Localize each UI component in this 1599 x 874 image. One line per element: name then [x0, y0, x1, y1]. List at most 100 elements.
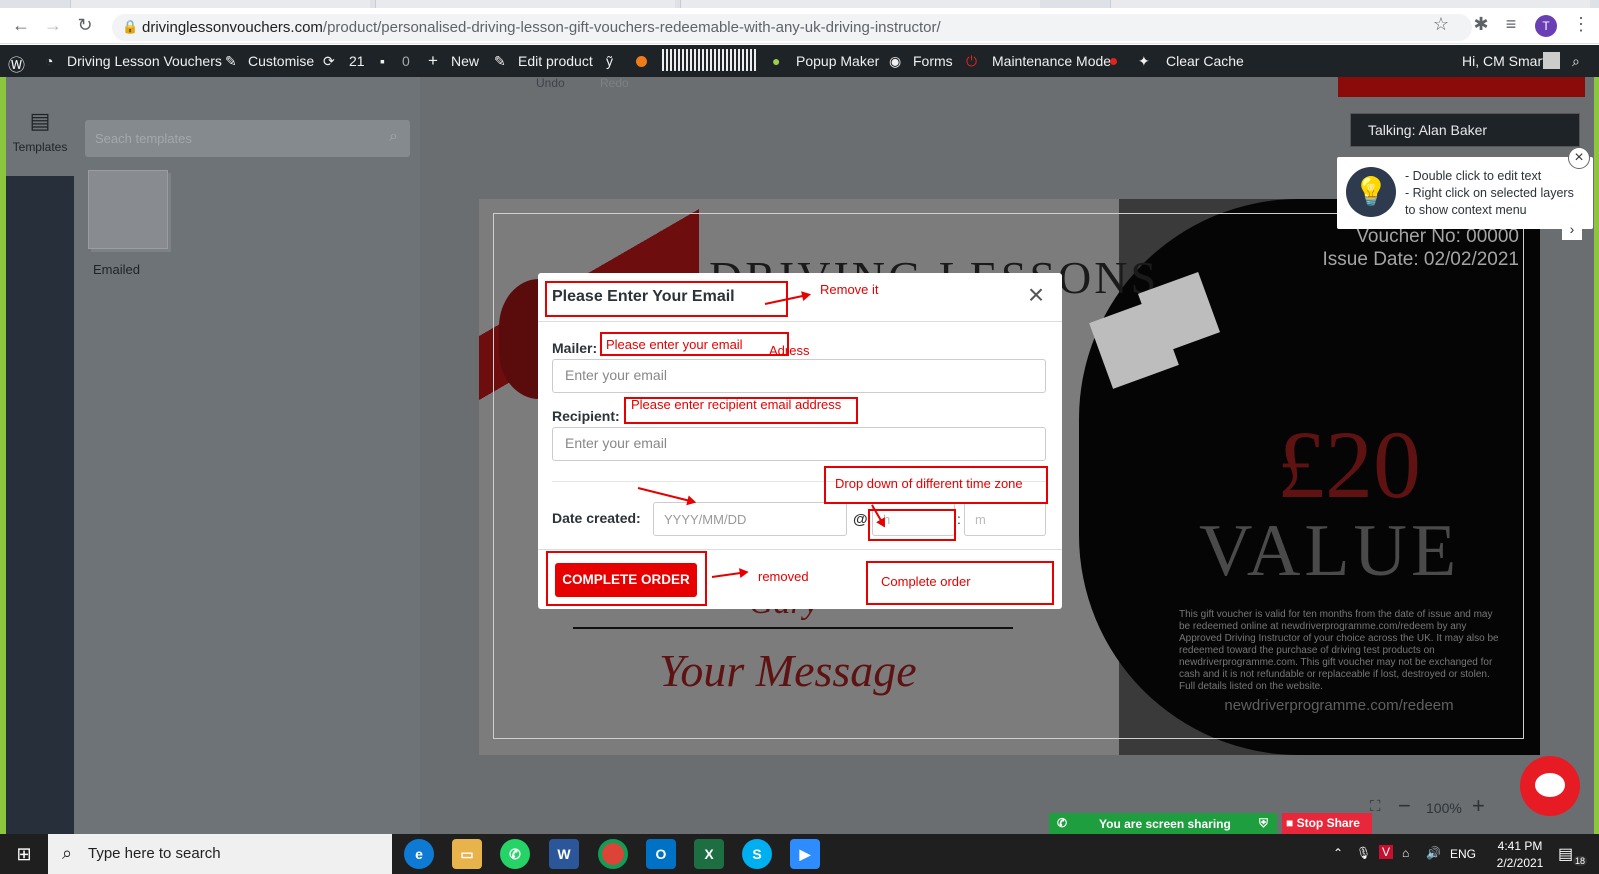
wp-edit-product[interactable]: Edit product: [518, 53, 593, 69]
wordpress-logo-icon[interactable]: Ⓦ: [8, 51, 25, 76]
bookmark-star-icon[interactable]: ☆: [1430, 13, 1452, 35]
skype-icon[interactable]: S: [742, 839, 772, 869]
wp-new[interactable]: New: [451, 53, 479, 69]
address-bar[interactable]: 🔒 drivinglessonvouchers.com/product/pers…: [112, 14, 1472, 41]
stop-share-label: Stop Share: [1296, 816, 1360, 830]
profile-avatar[interactable]: T: [1535, 15, 1557, 37]
edge-icon[interactable]: e: [404, 839, 434, 869]
tip-close-icon[interactable]: ×: [1568, 147, 1590, 169]
talking-indicator: Talking: Alan Baker: [1350, 113, 1580, 147]
whatsapp-icon[interactable]: ✆: [500, 839, 530, 869]
menu-icon[interactable]: ⋮: [1570, 13, 1592, 35]
wp-customise[interactable]: Customise: [248, 53, 314, 69]
phone-icon: ✆: [1057, 816, 1068, 830]
vivaldi-icon[interactable]: V: [1379, 845, 1394, 859]
voucher-amount[interactable]: £20: [1249, 409, 1449, 520]
redo-button[interactable]: Redo: [600, 76, 629, 90]
annotation-recipient-note: Please enter recipient email address: [631, 397, 842, 412]
notifications-icon[interactable]: ▤: [1558, 844, 1573, 864]
undo-button[interactable]: Undo: [536, 76, 565, 90]
templates-tab-label: Templates: [12, 140, 68, 154]
notification-count: 18: [1573, 856, 1588, 866]
windows-start-icon[interactable]: ⊞: [0, 834, 48, 874]
word-icon[interactable]: W: [549, 839, 579, 869]
zoom-out-icon[interactable]: −: [1398, 793, 1411, 819]
wp-popup-maker[interactable]: Popup Maker: [796, 53, 879, 69]
close-icon[interactable]: ×: [1022, 281, 1050, 309]
excel-icon[interactable]: X: [694, 839, 724, 869]
volume-icon[interactable]: 🔊: [1426, 846, 1441, 860]
forward-icon[interactable]: →: [42, 14, 64, 36]
file-explorer-icon[interactable]: ▭: [452, 839, 482, 869]
tab-templates[interactable]: ▤ Templates: [6, 108, 74, 168]
wp-site-name[interactable]: Driving Lesson Vouchers: [67, 53, 222, 69]
tip-next-icon[interactable]: ›: [1562, 218, 1582, 240]
tip-line: - Right click on selected layers: [1405, 186, 1574, 200]
annotation-remove-it: Remove it: [820, 282, 879, 297]
voucher-redeem-url[interactable]: newdriverprogramme.com/redeem: [1179, 697, 1499, 714]
annotation-mailer-note-tail: Adress: [769, 343, 810, 358]
wp-greeting[interactable]: Hi, CM Smart: [1462, 53, 1546, 69]
voucher-number[interactable]: Voucher No: 00000: [1319, 226, 1519, 248]
template-thumbnail-label: Emailed: [93, 262, 140, 277]
template-search-input[interactable]: Seach templates ⌕: [85, 120, 410, 157]
reading-list-icon[interactable]: ≡: [1500, 13, 1522, 35]
issue-date[interactable]: Issue Date: 02/02/2021: [1259, 249, 1519, 271]
user-avatar[interactable]: [1543, 52, 1560, 69]
voucher-fine-print[interactable]: This gift voucher is valid for ten month…: [1179, 609, 1499, 693]
zoom-icon[interactable]: ▶: [790, 839, 820, 869]
extensions-icon[interactable]: ✱: [1470, 13, 1492, 35]
date-created-label: Date created:: [552, 510, 641, 526]
search-icon[interactable]: ⌕: [1572, 53, 1580, 70]
mailer-email-field[interactable]: Enter your email: [552, 359, 1046, 393]
maintenance-icon: ⏻: [966, 53, 978, 69]
wp-maintenance-mode[interactable]: Maintenance Mode: [992, 53, 1111, 69]
brush-icon: ✎: [225, 53, 237, 69]
recipient-label: Recipient:: [552, 408, 620, 424]
language-indicator[interactable]: ENG: [1450, 847, 1476, 861]
annotation-box-complete: [546, 551, 707, 606]
reload-icon[interactable]: ↻: [74, 14, 96, 36]
template-thumbnail[interactable]: [88, 170, 168, 249]
at-sign: @: [853, 511, 868, 528]
windows-taskbar: ⊞ ⌕ Type here to search e ▭ ✆ W O X S ▶ …: [0, 834, 1599, 874]
tool-column: [6, 176, 74, 834]
zoom-in-icon[interactable]: +: [1472, 793, 1485, 819]
wp-clear-cache[interactable]: Clear Cache: [1166, 53, 1244, 69]
divider: [538, 321, 1062, 322]
chat-widget-button[interactable]: [1520, 756, 1580, 816]
minute-field[interactable]: m: [964, 502, 1046, 536]
mailer-label: Mailer:: [552, 340, 598, 356]
chevron-up-icon[interactable]: ⌃: [1333, 846, 1343, 860]
voucher-value-text[interactable]: VALUE: [1199, 509, 1459, 594]
chrome-icon[interactable]: [598, 839, 628, 869]
recipient-email-field[interactable]: Enter your email: [552, 427, 1046, 461]
network-icon[interactable]: ⌂: [1402, 846, 1409, 860]
wp-admin-bar: Ⓦ ◔ Driving Lesson Vouchers ✎ Customise …: [0, 45, 1599, 77]
tab-strip[interactable]: [0, 0, 1599, 8]
screen-share-bar: ✆ You are screen sharing ⛨: [1049, 813, 1277, 834]
barcode-icon[interactable]: [662, 49, 758, 71]
voucher-message[interactable]: Your Message: [659, 644, 917, 697]
microphone-icon[interactable]: 🎙: [1356, 846, 1371, 860]
pencil-icon: ✎: [494, 53, 506, 69]
plus-icon: +: [428, 51, 438, 70]
lightbulb-icon: 💡: [1346, 167, 1396, 217]
wp-comments-count[interactable]: 0: [402, 53, 410, 69]
seo-status-dot: [636, 56, 647, 67]
stop-share-button[interactable]: ■ Stop Share: [1282, 813, 1372, 834]
date-field[interactable]: YYYY/MM/DD: [653, 502, 847, 536]
add-to-cart-button[interactable]: [1338, 77, 1585, 97]
wp-updates-count[interactable]: 21: [349, 53, 365, 69]
search-icon: ⌕: [389, 128, 398, 145]
yoast-icon[interactable]: ỹ: [606, 53, 613, 69]
wp-forms[interactable]: Forms: [913, 53, 953, 69]
browser-chrome: ← → ↻ 🔒 drivinglessonvouchers.com/produc…: [0, 0, 1599, 44]
search-icon: ⌕: [62, 843, 73, 863]
back-icon[interactable]: ←: [10, 14, 32, 36]
clock-time[interactable]: 4:41 PM: [1494, 839, 1546, 853]
outlook-icon[interactable]: O: [646, 839, 676, 869]
taskbar-search-input[interactable]: ⌕ Type here to search: [48, 834, 392, 874]
zoom-controls: ⛶ − 100% +: [1370, 790, 1494, 826]
clock-date[interactable]: 2/2/2021: [1492, 856, 1548, 870]
